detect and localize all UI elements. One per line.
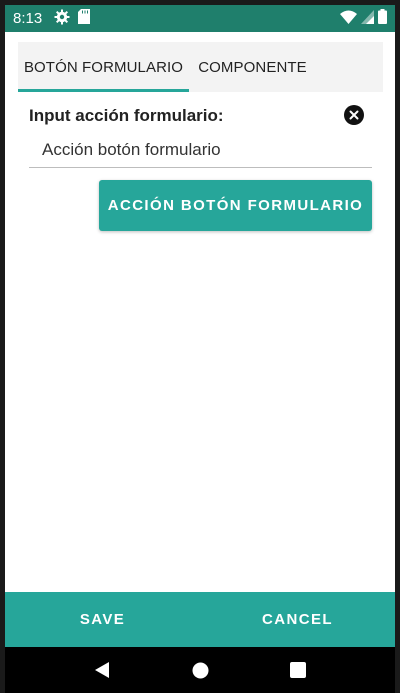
screen-content: BOTÓN FORMULARIO COMPONENTE Input acción… bbox=[5, 32, 395, 592]
input-label: Input acción formulario: bbox=[29, 106, 224, 125]
form-action-button-label: ACCIÓN BOTÓN FORMULARIO bbox=[107, 197, 364, 214]
wifi-icon bbox=[340, 10, 357, 28]
tab-bar: BOTÓN FORMULARIO COMPONENTE bbox=[18, 42, 383, 92]
tab-boton-formulario[interactable]: BOTÓN FORMULARIO bbox=[18, 42, 189, 92]
device-frame: 8:13 BOTÓN FORMULARIO COMPONENTE Input a… bbox=[0, 0, 400, 693]
sd-card-icon bbox=[78, 9, 91, 28]
tab-label: BOTÓN FORMULARIO bbox=[23, 58, 184, 76]
battery-icon bbox=[378, 9, 387, 28]
tab-label: COMPONENTE bbox=[198, 58, 307, 76]
form-action-button[interactable]: ACCIÓN BOTÓN FORMULARIO bbox=[99, 180, 372, 231]
clear-icon[interactable] bbox=[344, 105, 364, 125]
tab-componente[interactable]: COMPONENTE bbox=[189, 42, 316, 92]
status-time: 8:13 bbox=[13, 10, 43, 27]
gear-icon bbox=[54, 9, 70, 29]
recents-icon[interactable] bbox=[249, 647, 347, 693]
form-action-input[interactable] bbox=[29, 132, 372, 168]
bottom-action-bar: SAVE CANCEL bbox=[5, 592, 395, 647]
home-icon[interactable] bbox=[151, 647, 249, 693]
back-icon[interactable] bbox=[53, 647, 151, 693]
status-bar: 8:13 bbox=[5, 5, 395, 32]
save-button[interactable]: SAVE bbox=[5, 592, 200, 647]
system-nav-bar bbox=[5, 647, 395, 693]
signal-icon bbox=[361, 9, 374, 28]
cancel-button[interactable]: CANCEL bbox=[200, 592, 395, 647]
